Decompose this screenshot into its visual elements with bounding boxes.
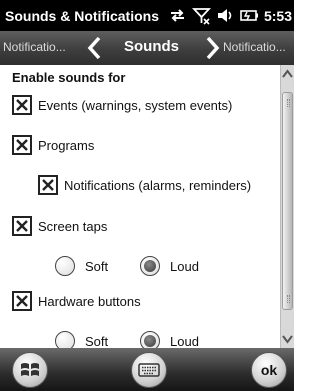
screen-taps-loud-label: Loud: [170, 258, 199, 274]
status-icons: 5:53: [168, 0, 292, 31]
checkmark-x-icon: [16, 139, 28, 151]
checkmark-x-icon: [42, 179, 54, 191]
chevron-left-icon[interactable]: [87, 36, 101, 60]
events-checkbox[interactable]: [12, 95, 32, 115]
screen-taps-label: Screen taps: [38, 218, 108, 234]
keyboard-button[interactable]: [131, 352, 167, 388]
programs-option[interactable]: Programs: [12, 135, 94, 155]
checkmark-x-icon: [16, 99, 28, 111]
volume-icon[interactable]: [216, 6, 235, 25]
vertical-scrollbar[interactable]: [280, 65, 294, 348]
screen-taps-soft-label: Soft: [85, 258, 109, 274]
hardware-buttons-option[interactable]: Hardware buttons: [12, 291, 141, 311]
notifications-option[interactable]: Notifications (alarms, reminders): [38, 175, 251, 195]
title-bar: Sounds & Notifications 5:53: [0, 0, 294, 31]
notifications-checkbox[interactable]: [38, 175, 58, 195]
soft-key-bar: ok: [0, 348, 294, 391]
radio-selected-dot: [144, 335, 156, 347]
scroll-grip-top: [287, 99, 290, 107]
hardware-buttons-soft-label: Soft: [85, 333, 109, 349]
hardware-buttons-loud-label: Loud: [170, 333, 199, 349]
section-heading: Enable sounds for: [12, 70, 126, 85]
scroll-grip-bottom: [287, 295, 290, 303]
ok-label: ok: [260, 362, 278, 378]
scroll-down-arrow-icon[interactable]: [281, 333, 294, 345]
hardware-buttons-label: Hardware buttons: [38, 293, 141, 309]
screen-taps-loud-option[interactable]: Loud: [140, 256, 199, 276]
battery-icon[interactable]: [240, 6, 259, 25]
ok-button[interactable]: ok: [251, 352, 287, 388]
data-connection-icon[interactable]: [168, 6, 187, 25]
tab-bar: Notificatio... Sounds Notificatio...: [0, 31, 294, 65]
checkmark-x-icon: [16, 295, 28, 307]
scrollbar-thumb[interactable]: [282, 92, 293, 310]
screen-taps-option[interactable]: Screen taps: [12, 216, 107, 236]
scroll-up-arrow-icon[interactable]: [281, 68, 294, 80]
programs-checkbox[interactable]: [12, 135, 32, 155]
hardware-buttons-loud-radio[interactable]: [140, 331, 160, 348]
screen-taps-checkbox[interactable]: [12, 216, 32, 236]
settings-panel: Enable sounds for Events (warnings, syst…: [0, 65, 280, 348]
screen-taps-soft-option[interactable]: Soft: [55, 256, 108, 276]
checkmark-x-icon: [16, 220, 28, 232]
notifications-label: Notifications (alarms, reminders): [64, 177, 252, 193]
no-signal-icon[interactable]: [191, 6, 212, 25]
events-option[interactable]: Events (warnings, system events): [12, 95, 232, 115]
tab-previous[interactable]: Notificatio...: [3, 40, 66, 54]
hardware-buttons-loud-option[interactable]: Loud: [140, 331, 199, 348]
windows-logo-icon: [21, 363, 39, 376]
screen-taps-soft-radio[interactable]: [55, 256, 75, 276]
radio-selected-dot: [144, 260, 156, 272]
screen-taps-loud-radio[interactable]: [140, 256, 160, 276]
chevron-right-icon[interactable]: [206, 36, 220, 60]
start-button[interactable]: [12, 352, 48, 388]
clock[interactable]: 5:53: [264, 8, 292, 24]
programs-label: Programs: [38, 137, 95, 153]
tab-current[interactable]: Sounds: [124, 38, 179, 55]
hardware-buttons-soft-option[interactable]: Soft: [55, 331, 108, 348]
window-title: Sounds & Notifications: [5, 7, 159, 24]
hardware-buttons-soft-radio[interactable]: [55, 331, 75, 348]
tab-next[interactable]: Notificatio...: [223, 40, 294, 54]
events-label: Events (warnings, system events): [38, 97, 233, 113]
keyboard-icon: [138, 363, 160, 377]
hardware-buttons-checkbox[interactable]: [12, 291, 32, 311]
